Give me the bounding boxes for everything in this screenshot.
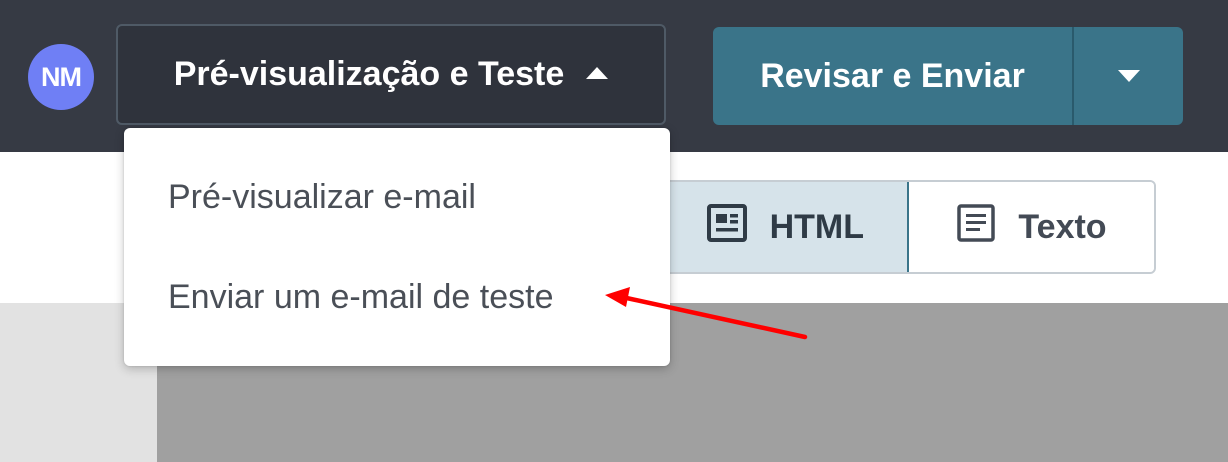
- html-view-tab[interactable]: HTML: [647, 182, 909, 272]
- review-and-send-button[interactable]: Revisar e Enviar: [713, 27, 1072, 125]
- avatar[interactable]: NM: [28, 44, 94, 110]
- avatar-initials: NM: [41, 61, 82, 92]
- html-view-label: HTML: [769, 207, 864, 246]
- menu-item-label: Pré-visualizar e-mail: [168, 178, 476, 216]
- preview-test-dropdown-menu: Pré-visualizar e-mail Enviar um e-mail d…: [124, 128, 670, 366]
- menu-item-label: Enviar um e-mail de teste: [168, 278, 554, 316]
- preview-and-test-button[interactable]: Pré-visualização e Teste: [116, 24, 666, 125]
- text-lines-icon: [956, 203, 996, 252]
- html-view-icon: [706, 203, 748, 252]
- view-mode-toggle: HTML Texto: [645, 180, 1156, 274]
- review-and-send-label: Revisar e Enviar: [760, 56, 1025, 95]
- menu-item-preview-email[interactable]: Pré-visualizar e-mail: [168, 178, 476, 217]
- review-and-send-button-group: Revisar e Enviar: [713, 27, 1183, 125]
- caret-up-icon: [586, 66, 609, 79]
- text-view-label: Texto: [1018, 207, 1107, 246]
- text-view-tab[interactable]: Texto: [909, 182, 1154, 272]
- caret-down-icon: [1117, 70, 1140, 82]
- menu-item-send-test-email[interactable]: Enviar um e-mail de teste: [168, 278, 554, 317]
- preview-and-test-label: Pré-visualização e Teste: [173, 55, 565, 93]
- send-options-dropdown-button[interactable]: [1074, 27, 1183, 125]
